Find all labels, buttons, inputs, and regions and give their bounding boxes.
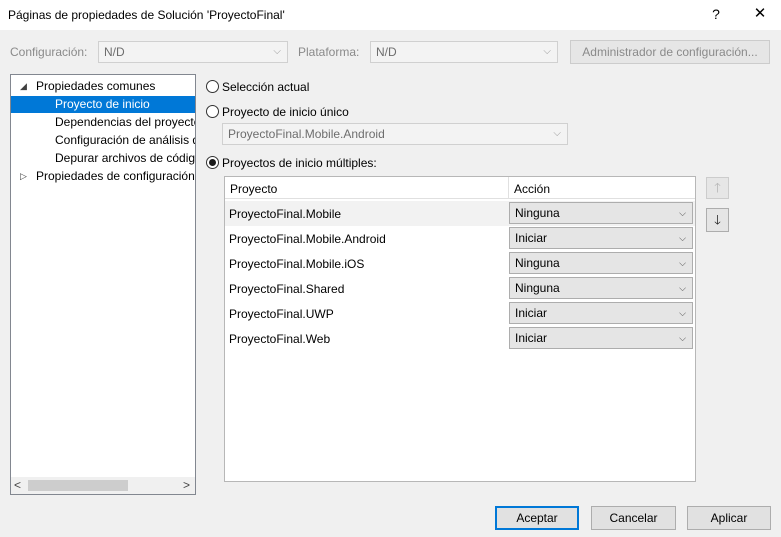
project-name: ProyectoFinal.Web [229, 332, 331, 346]
table-row[interactable]: ProyectoFinal.Web Iniciar ⌵ [225, 326, 695, 351]
property-tree[interactable]: ◢ Propiedades comunes Proyecto de inicio… [10, 74, 196, 495]
configuration-manager-button[interactable]: Administrador de configuración... [570, 40, 770, 64]
chevron-down-icon: ⌵ [543, 46, 551, 57]
single-startup-label[interactable]: Proyecto de inicio único [222, 105, 349, 119]
action-value: Iniciar [515, 306, 548, 320]
configuration-select[interactable]: N/D ⌵ [98, 41, 288, 63]
startup-projects-grid: Proyecto Acción ProyectoFinal.Mobile Nin… [224, 176, 696, 482]
chevron-down-icon: ⌵ [679, 283, 686, 293]
platform-value: N/D [376, 45, 397, 59]
tree-item-debug-source-files[interactable]: Depurar archivos de código fuente [11, 150, 195, 167]
chevron-down-icon: ⌵ [273, 46, 281, 57]
project-name: ProyectoFinal.Mobile [229, 207, 342, 221]
single-startup-radio[interactable] [206, 105, 219, 118]
action-select[interactable]: Ninguna ⌵ [509, 252, 693, 274]
configuration-label: Configuración: [10, 45, 88, 59]
tree-item-label: Propiedades comunes [36, 79, 156, 93]
tree-item-project-dependencies[interactable]: Dependencias del proyecto [11, 114, 195, 131]
current-selection-label[interactable]: Selección actual [222, 80, 309, 94]
tree-item-label: Propiedades de configuración [36, 169, 195, 183]
project-column-header: Proyecto [230, 182, 278, 196]
table-row[interactable]: ProyectoFinal.Mobile Ninguna ⌵ [225, 201, 695, 226]
action-column-header: Acción [514, 182, 551, 196]
current-selection-radio[interactable] [206, 80, 219, 93]
chevron-down-icon: ⌵ [679, 308, 686, 318]
accept-button[interactable]: Aceptar [495, 506, 579, 530]
scrollbar-thumb[interactable] [28, 480, 128, 491]
tree-item-label: Configuración de análisis de código [55, 133, 195, 147]
project-name: ProyectoFinal.Mobile.iOS [229, 257, 365, 271]
table-row[interactable]: ProyectoFinal.Mobile.iOS Ninguna ⌵ [225, 251, 695, 276]
window-title: Páginas de propiedades de Solución 'Proy… [8, 8, 285, 22]
scroll-right-icon[interactable]: > [183, 478, 190, 492]
tree-item-label: Depurar archivos de código fuente [55, 151, 195, 165]
close-button[interactable]: ✕ [748, 4, 772, 24]
platform-select[interactable]: N/D ⌵ [370, 41, 558, 63]
table-row[interactable]: ProyectoFinal.Shared Ninguna ⌵ [225, 276, 695, 301]
chevron-down-icon: ⌵ [679, 208, 686, 218]
action-select[interactable]: Iniciar ⌵ [509, 327, 693, 349]
cancel-button[interactable]: Cancelar [591, 506, 676, 530]
grid-header: Proyecto Acción [225, 177, 695, 199]
single-startup-select[interactable]: ProyectoFinal.Mobile.Android ⌵ [222, 123, 568, 145]
action-select[interactable]: Ninguna ⌵ [509, 277, 693, 299]
move-up-button[interactable]: 🡑 [706, 177, 729, 199]
collapsed-twisty-icon[interactable]: ▷ [20, 168, 27, 185]
move-down-button[interactable]: 🡓 [706, 208, 729, 232]
project-name: ProyectoFinal.UWP [229, 307, 334, 321]
action-value: Ninguna [515, 206, 560, 220]
table-row[interactable]: ProyectoFinal.UWP Iniciar ⌵ [225, 301, 695, 326]
action-select[interactable]: Iniciar ⌵ [509, 227, 693, 249]
arrow-up-icon: 🡑 [714, 180, 721, 195]
chevron-down-icon: ⌵ [679, 233, 686, 243]
arrow-down-icon: 🡓 [714, 212, 721, 227]
table-row[interactable]: ProyectoFinal.Mobile.Android Iniciar ⌵ [225, 226, 695, 251]
tree-item-startup-project[interactable]: Proyecto de inicio [11, 96, 195, 113]
action-select[interactable]: Ninguna ⌵ [509, 202, 693, 224]
chevron-down-icon: ⌵ [679, 258, 686, 268]
project-name: ProyectoFinal.Mobile.Android [229, 232, 386, 246]
column-separator[interactable] [508, 177, 509, 199]
help-button[interactable]: ? [706, 4, 726, 24]
action-select[interactable]: Iniciar ⌵ [509, 302, 693, 324]
apply-button[interactable]: Aplicar [687, 506, 771, 530]
action-value: Ninguna [515, 256, 560, 270]
multiple-startup-radio[interactable] [206, 156, 219, 169]
title-bar: Páginas de propiedades de Solución 'Proy… [0, 0, 781, 30]
tree-item-label: Proyecto de inicio [55, 97, 150, 111]
action-value: Ninguna [515, 281, 560, 295]
tree-item-common-properties[interactable]: ◢ Propiedades comunes [11, 78, 195, 95]
platform-label: Plataforma: [298, 45, 360, 59]
chevron-down-icon: ⌵ [679, 333, 686, 343]
expanded-twisty-icon[interactable]: ◢ [20, 78, 27, 95]
action-value: Iniciar [515, 331, 548, 345]
action-value: Iniciar [515, 231, 548, 245]
scroll-left-icon[interactable]: < [14, 478, 21, 492]
tree-item-code-analysis[interactable]: Configuración de análisis de código [11, 132, 195, 149]
multiple-startup-label[interactable]: Proyectos de inicio múltiples: [222, 156, 377, 170]
chevron-down-icon: ⌵ [553, 128, 561, 139]
single-startup-value: ProyectoFinal.Mobile.Android [228, 127, 385, 141]
horizontal-scrollbar[interactable]: < > [11, 477, 195, 494]
project-name: ProyectoFinal.Shared [229, 282, 345, 296]
configuration-value: N/D [104, 45, 125, 59]
tree-item-label: Dependencias del proyecto [55, 115, 195, 129]
tree-item-configuration-properties[interactable]: ▷ Propiedades de configuración [11, 168, 195, 185]
